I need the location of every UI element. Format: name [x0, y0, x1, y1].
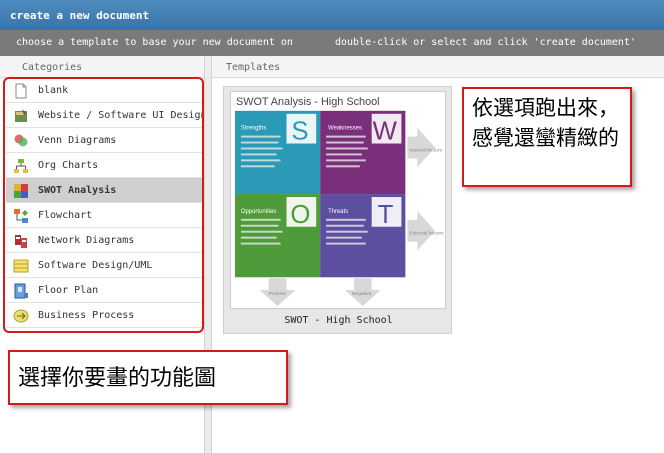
annotation-left-note: 選擇你要畫的功能圖 — [8, 350, 288, 405]
templates-header: Templates — [212, 56, 664, 78]
template-caption: SWOT - High School — [284, 315, 393, 326]
bottom-label-positive: Positive — [269, 291, 287, 297]
window-title: create a new document — [0, 0, 664, 30]
quadrant-threats: Threats — [328, 209, 348, 215]
categories-header: Categories — [0, 56, 204, 78]
annotation-right-note: 依選項跑出來，感覺還蠻精緻的 — [462, 87, 632, 187]
preview-title: SWOT Analysis - High School — [236, 96, 380, 108]
template-swot-high-school[interactable]: SWOT Analysis - High School Strengths We… — [223, 86, 452, 334]
letter-w: W — [373, 118, 398, 146]
quadrant-weaknesses: Weaknesses — [328, 126, 362, 132]
side-label-external: External factors — [409, 231, 444, 237]
categories-highlight-box — [3, 77, 204, 333]
side-label-internal: Internal factors — [409, 147, 442, 153]
letter-o: O — [290, 201, 310, 229]
quadrant-opportunities: Opportunities — [241, 209, 276, 215]
letter-s: S — [291, 118, 308, 146]
instruction-right: double-click or select and click 'create… — [334, 37, 636, 48]
bottom-label-negative: Negative — [352, 291, 372, 297]
letter-t: T — [378, 201, 394, 229]
instruction-left: choose a template to base your new docum… — [16, 37, 293, 48]
template-preview: SWOT Analysis - High School Strengths We… — [230, 91, 446, 309]
quadrant-strengths: Strengths — [241, 126, 266, 132]
instruction-bar: choose a template to base your new docum… — [0, 30, 664, 56]
